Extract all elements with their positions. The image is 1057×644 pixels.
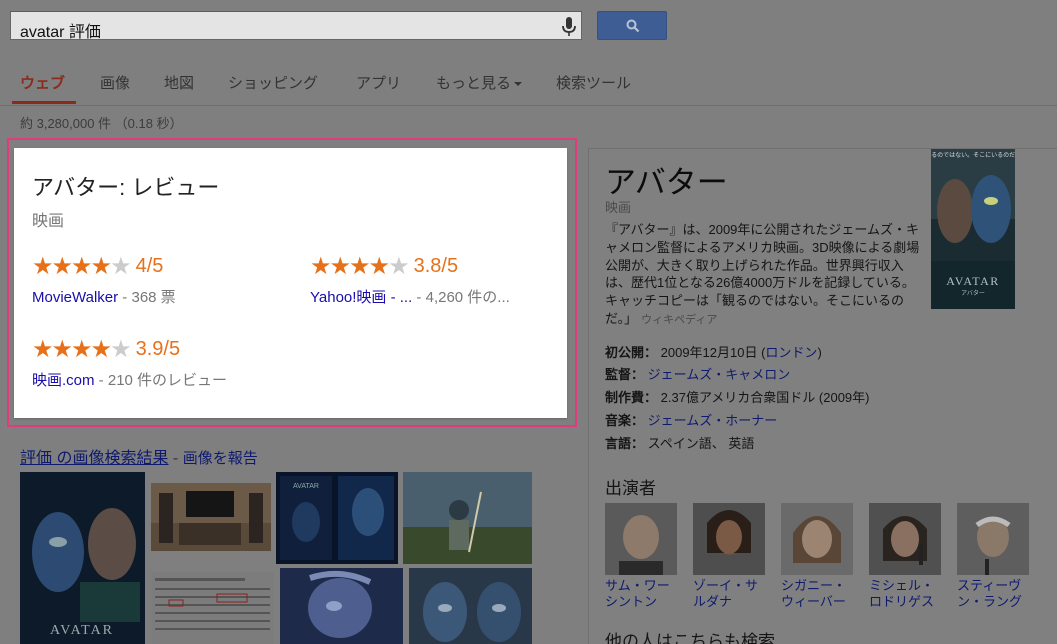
fact-label: 言語： (605, 436, 645, 451)
kp-description: 『アバター』は、2009年に公開されたジェームズ・キャメロン監督によるアメリカ映… (605, 221, 925, 330)
avatar (605, 503, 677, 575)
cast-name: シガニー・ウィーバー (781, 578, 847, 609)
image-thumbnail[interactable] (403, 472, 532, 564)
director-link[interactable]: ジェームズ・キャメロン (648, 367, 791, 382)
image-results-label: の画像検索結果 (52, 450, 169, 467)
cast-name: スティーヴン・ラング (957, 578, 1023, 609)
review-source-link[interactable]: Yahoo!映画 - ... (310, 289, 412, 306)
avatar (781, 503, 853, 575)
cast-member[interactable]: ミシェル・ロドリゲス (869, 503, 943, 610)
kp-description-text: 『アバター』は、2009年に公開されたジェームズ・キャメロン監督によるアメリカ映… (605, 222, 920, 326)
review-source-link[interactable]: MovieWalker (32, 289, 118, 306)
separator: - (168, 450, 183, 467)
tab-shopping[interactable]: ショッピング (228, 72, 318, 93)
fact-budget: 制作費： 2.37億アメリカ合衆国ドル (2009年) (605, 387, 869, 406)
release-location-link[interactable]: ロンドン (765, 345, 817, 360)
cast-member[interactable]: シガニー・ウィーバー (781, 503, 855, 610)
cast-name: ミシェル・ロドリゲス (869, 578, 935, 609)
composer-link[interactable]: ジェームズ・ホーナー (648, 413, 778, 428)
review-card-title: アバター: レビュー (32, 175, 220, 200)
poster-caption: 観るのではない。そこにいるのだ。 (931, 151, 1015, 159)
image-thumbnail[interactable] (151, 483, 271, 551)
report-images-link[interactable]: 画像を報告 (183, 450, 258, 467)
review-source-2: Yahoo!映画 - ... - 4,260 件の... (310, 286, 510, 307)
microphone-icon[interactable] (560, 16, 578, 38)
tab-web[interactable]: ウェブ (20, 72, 65, 93)
poster-title: AVATAR (293, 483, 319, 490)
fact-release: 初公開： 2009年12月10日 (ロンドン) (605, 342, 822, 361)
knowledge-panel: アバター 映画 『アバター』は、2009年に公開されたジェームズ・キャメロン監督… (588, 148, 1057, 644)
search-icon (626, 19, 640, 33)
fact-value-end: ) (817, 345, 822, 360)
tab-images[interactable]: 画像 (100, 72, 130, 93)
review-rating-1: ★★★★★ 4/5 (32, 252, 163, 281)
fact-value: 2.37億アメリカ合衆国ドル (2009年) (660, 390, 870, 405)
tab-apps[interactable]: アプリ (356, 72, 401, 93)
poster-subtitle: アバター (961, 289, 985, 297)
fact-director: 監督： ジェームズ・キャメロン (605, 364, 790, 383)
image-thumbnail[interactable]: AVATAR (20, 472, 145, 644)
review-score: 3.9/5 (135, 338, 181, 360)
movie-poster[interactable]: 観るのではない。そこにいるのだ。 AVATAR アバター (925, 149, 1021, 309)
avatar (693, 503, 765, 575)
image-thumbnail[interactable] (280, 568, 403, 644)
image-results-heading: 評価 の画像検索結果 - 画像を報告 (20, 444, 258, 468)
cast-name: ゾーイ・サルダナ (693, 578, 759, 609)
result-stats: 約 3,280,000 件 （0.18 秒） (20, 116, 183, 131)
star-rating-icon: ★★★★★ (32, 336, 132, 363)
fact-value: 2009年12月10日 ( (660, 345, 766, 360)
tab-more[interactable]: もっと見る (436, 72, 523, 93)
review-rating-2: ★★★★★ 3.8/5 (310, 252, 458, 281)
fact-music: 音楽： ジェームズ・ホーナー (605, 410, 777, 429)
review-count: - 4,260 件の... (412, 289, 510, 306)
tab-maps[interactable]: 地図 (164, 72, 194, 93)
avatar (957, 503, 1029, 575)
related-searches-heading: 他の人はこちらも検索 (605, 632, 775, 644)
review-card-subtitle: 映画 (32, 213, 65, 230)
avatar (869, 503, 941, 575)
poster-title: AVATAR (50, 623, 114, 638)
review-score: 4/5 (135, 255, 164, 277)
wikipedia-link[interactable]: ウィキペディア (641, 314, 717, 326)
search-query-text: avatar 評価 (20, 24, 101, 41)
search-input[interactable]: avatar 評価 (10, 11, 582, 41)
review-source-3: 映画.com - 210 件のレビュー (32, 369, 227, 390)
chevron-down-icon (514, 82, 523, 87)
fact-label: 音楽： (605, 413, 645, 428)
image-thumbnail[interactable] (409, 568, 532, 644)
fact-label: 初公開： (605, 345, 658, 360)
tab-search-tools[interactable]: 検索ツール (556, 72, 631, 93)
kp-title: アバター (605, 165, 728, 200)
search-nav: ウェブ 画像 地図 ショッピング アプリ もっと見る 検索ツール (0, 62, 1057, 106)
star-rating-icon: ★★★★★ (32, 253, 132, 280)
active-tab-indicator (12, 101, 76, 104)
review-source-link[interactable]: 映画.com (32, 372, 95, 389)
review-card: アバター: レビュー 映画 ★★★★★ 4/5 MovieWalker - 368… (14, 148, 567, 418)
kp-subtitle: 映画 (605, 200, 632, 215)
image-thumbnail[interactable] (151, 572, 274, 644)
fact-label: 制作費： (605, 390, 658, 405)
tab-more-label: もっと見る (436, 75, 512, 92)
fact-value: スペイン語、 英語 (647, 436, 755, 451)
poster-title: AVATAR (946, 274, 1000, 288)
image-thumbnail[interactable]: AVATAR (276, 472, 398, 564)
review-rating-3: ★★★★★ 3.9/5 (32, 335, 180, 364)
review-count: - 368 票 (118, 289, 176, 306)
cast-member[interactable]: スティーヴン・ラング (957, 503, 1031, 610)
review-score: 3.8/5 (413, 255, 459, 277)
star-rating-icon: ★★★★★ (310, 253, 410, 280)
review-source-1: MovieWalker - 368 票 (32, 286, 176, 307)
cast-member[interactable]: サム・ワーシントン (605, 503, 679, 610)
cast-member[interactable]: ゾーイ・サルダナ (693, 503, 767, 610)
fact-label: 監督： (605, 367, 645, 382)
search-button[interactable] (597, 11, 667, 40)
image-results-term: 評価 (20, 450, 53, 467)
cast-heading: 出演者 (605, 479, 656, 498)
fact-language: 言語： スペイン語、 英語 (605, 433, 754, 452)
review-count: - 210 件のレビュー (94, 372, 228, 389)
cast-name: サム・ワーシントン (605, 578, 670, 609)
image-results-link[interactable]: 評価 の画像検索結果 (20, 450, 168, 467)
